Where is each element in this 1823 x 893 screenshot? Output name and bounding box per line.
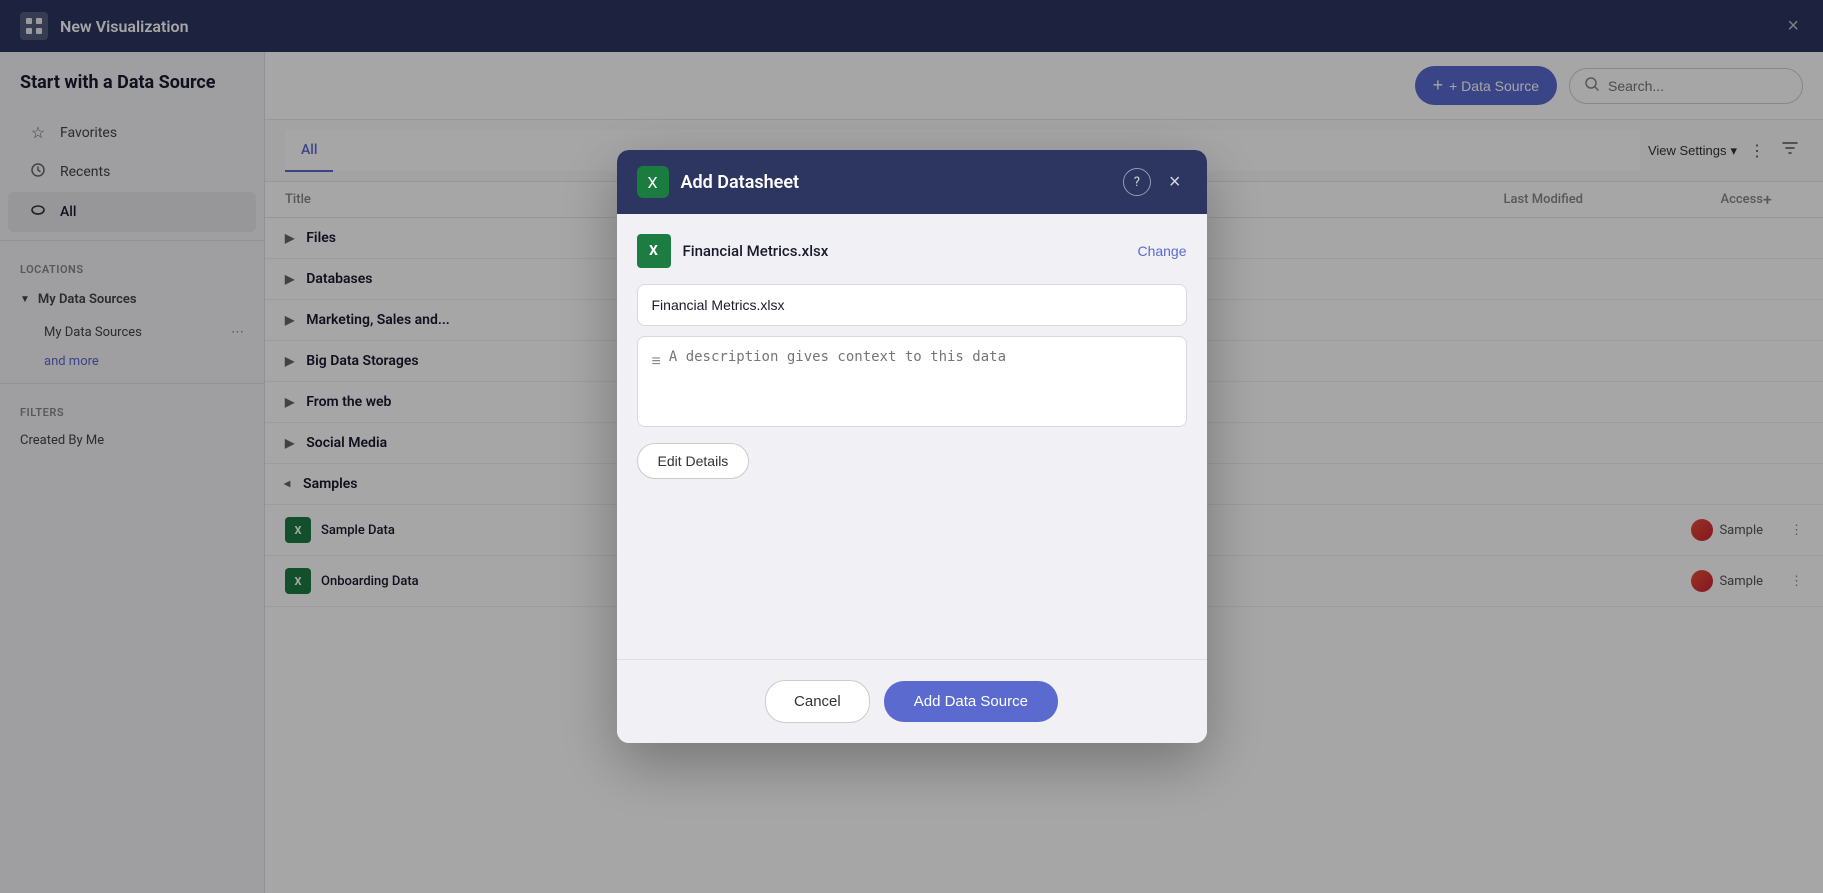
modal-name-input[interactable]	[637, 284, 1187, 326]
modal-cancel-button[interactable]: Cancel	[765, 680, 870, 723]
modal-change-button[interactable]: Change	[1137, 243, 1186, 259]
modal-overlay: X Add Datasheet ? × X Financial Metrics.…	[0, 0, 1823, 893]
modal-body: X Financial Metrics.xlsx Change ≡ Edit D…	[617, 214, 1207, 659]
modal-spacer	[637, 479, 1187, 639]
modal-title: Add Datasheet	[681, 172, 1111, 193]
modal-add-source-button[interactable]: Add Data Source	[884, 681, 1058, 722]
modal-close-button[interactable]: ×	[1163, 169, 1187, 196]
modal-file-row: X Financial Metrics.xlsx Change	[637, 234, 1187, 284]
modal-description-input[interactable]	[669, 349, 1172, 414]
modal-file-name: Financial Metrics.xlsx	[683, 242, 1126, 260]
modal-edit-details-button[interactable]: Edit Details	[637, 443, 750, 479]
help-icon: ?	[1134, 175, 1140, 190]
modal-header: X Add Datasheet ? ×	[617, 150, 1207, 214]
align-left-icon: ≡	[652, 349, 661, 371]
modal-help-button[interactable]: ?	[1123, 168, 1151, 196]
modal-header-excel-icon: X	[637, 166, 669, 198]
modal-file-excel-icon: X	[637, 234, 671, 268]
modal-description-wrapper: ≡	[637, 336, 1187, 427]
add-datasheet-modal: X Add Datasheet ? × X Financial Metrics.…	[617, 150, 1207, 743]
modal-footer: Cancel Add Data Source	[617, 659, 1207, 743]
